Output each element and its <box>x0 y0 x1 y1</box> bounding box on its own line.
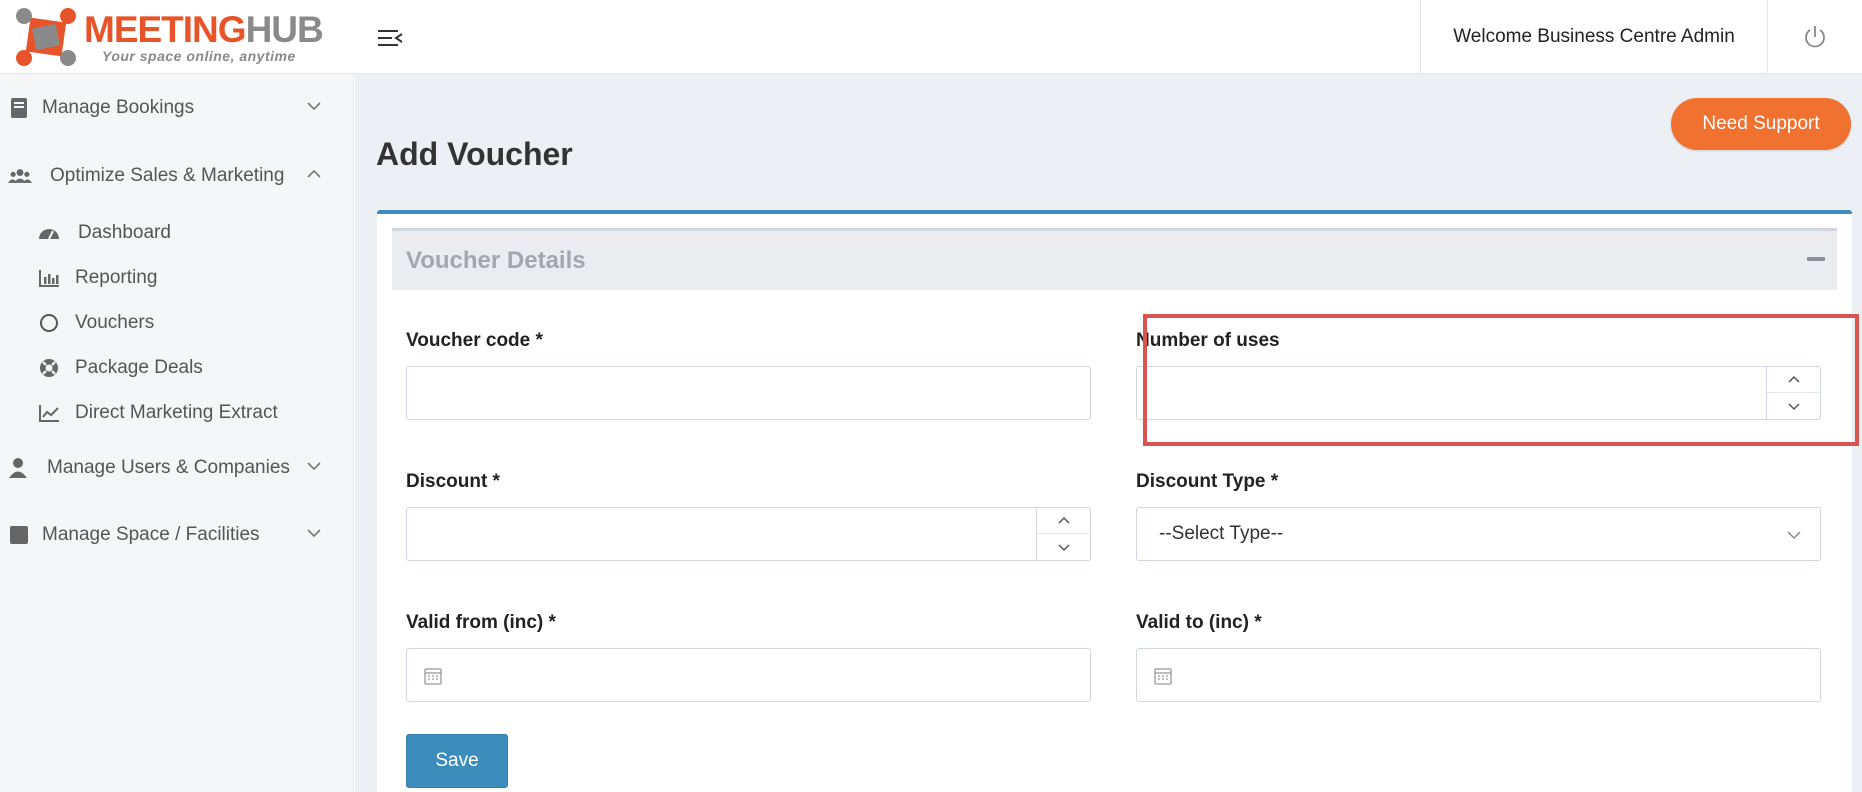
sidebar-subitem-package-deals[interactable]: Package Deals <box>0 350 354 386</box>
brand-tagline: Your space online, anytime <box>102 48 296 64</box>
voucher-details-box: Voucher Details Voucher code * Number of… <box>377 210 1859 792</box>
calendar-icon[interactable] <box>423 666 443 686</box>
sidebar: Manage Bookings Optimize Sales & Marketi… <box>0 74 354 792</box>
line-chart-icon <box>39 405 59 422</box>
chevron-down-icon <box>1787 531 1801 540</box>
brand-name-part1: MEETING <box>84 9 247 50</box>
sidebar-item-manage-space-facilities[interactable]: Manage Space / Facilities <box>0 513 354 557</box>
header-right: Welcome Business Centre Admin <box>1420 0 1862 74</box>
save-button[interactable]: Save <box>406 734 508 788</box>
calendar-icon[interactable] <box>1153 666 1173 686</box>
sidebar-subitem-direct-marketing-extract[interactable]: Direct Marketing Extract <box>0 395 354 431</box>
square-icon <box>10 526 28 544</box>
sidebar-item-label: Manage Users & Companies <box>47 457 290 478</box>
chevron-down-icon <box>307 529 321 538</box>
discount-type-value: --Select Type-- <box>1159 523 1284 544</box>
discount-label: Discount * <box>406 471 500 492</box>
sidebar-subitem-label: Direct Marketing Extract <box>75 402 278 423</box>
chevron-down-icon <box>307 102 321 111</box>
decrement-button[interactable] <box>1037 534 1091 560</box>
top-bar: MEETINGHUB Your space online, anytime We… <box>0 0 1862 74</box>
page-title: Add Voucher <box>376 136 573 172</box>
discount-type-select[interactable]: --Select Type-- <box>1136 507 1821 561</box>
logo-mark-icon <box>16 8 76 66</box>
highlight-box <box>1143 314 1859 446</box>
chevron-up-icon <box>1058 516 1070 524</box>
sidebar-item-optimize-sales-marketing[interactable]: Optimize Sales & Marketing <box>0 154 354 198</box>
discount-input[interactable] <box>406 507 1091 561</box>
collapse-minus-icon[interactable] <box>1807 257 1825 261</box>
brand-name-part2: HUB <box>245 9 324 50</box>
user-icon <box>9 458 27 478</box>
sidebar-item-label: Optimize Sales & Marketing <box>50 165 285 186</box>
dashboard-icon <box>39 229 59 240</box>
discount-spinner <box>1036 508 1091 560</box>
valid-from-label: Valid from (inc) * <box>406 612 556 633</box>
circle-icon <box>40 314 58 332</box>
brand-logo[interactable]: MEETINGHUB Your space online, anytime <box>14 6 324 68</box>
sidebar-subitem-label: Reporting <box>75 267 158 288</box>
users-icon <box>8 169 32 183</box>
lifebuoy-icon <box>40 359 58 377</box>
box-header: Voucher Details <box>392 228 1837 290</box>
logout-button[interactable] <box>1767 0 1862 74</box>
menu-collapse-icon[interactable] <box>376 26 404 50</box>
sidebar-item-manage-bookings[interactable]: Manage Bookings <box>0 86 354 130</box>
sidebar-item-label: Manage Bookings <box>42 97 195 118</box>
power-icon <box>1805 26 1825 48</box>
welcome-text: Welcome Business Centre Admin <box>1420 0 1767 74</box>
sidebar-item-manage-users-companies[interactable]: Manage Users & Companies <box>0 446 354 490</box>
sidebar-subitem-reporting[interactable]: Reporting <box>0 260 354 296</box>
bar-chart-icon <box>39 270 59 287</box>
discount-type-label: Discount Type * <box>1136 471 1279 492</box>
box-title: Voucher Details <box>406 247 586 274</box>
sidebar-subitem-label: Vouchers <box>75 312 155 333</box>
sidebar-item-label: Manage Space / Facilities <box>42 524 260 545</box>
main-content: Add Voucher Need Support Voucher Details… <box>355 74 1862 792</box>
sidebar-subitem-label: Package Deals <box>75 357 203 378</box>
increment-button[interactable] <box>1037 508 1091 534</box>
valid-from-input[interactable] <box>406 648 1091 702</box>
sidebar-subitem-vouchers[interactable]: Vouchers <box>0 305 354 341</box>
chevron-down-icon <box>1058 544 1070 552</box>
valid-to-input[interactable] <box>1136 648 1821 702</box>
chevron-up-icon <box>307 169 321 178</box>
voucher-code-label: Voucher code * <box>406 330 543 351</box>
book-icon <box>11 98 27 118</box>
need-support-button[interactable]: Need Support <box>1671 98 1851 150</box>
valid-to-label: Valid to (inc) * <box>1136 612 1262 633</box>
sidebar-subitem-label: Dashboard <box>78 222 171 243</box>
sidebar-subitem-dashboard[interactable]: Dashboard <box>0 215 354 251</box>
chevron-down-icon <box>307 462 321 471</box>
voucher-code-input[interactable] <box>406 366 1091 420</box>
brand-name: MEETINGHUB <box>84 9 324 50</box>
